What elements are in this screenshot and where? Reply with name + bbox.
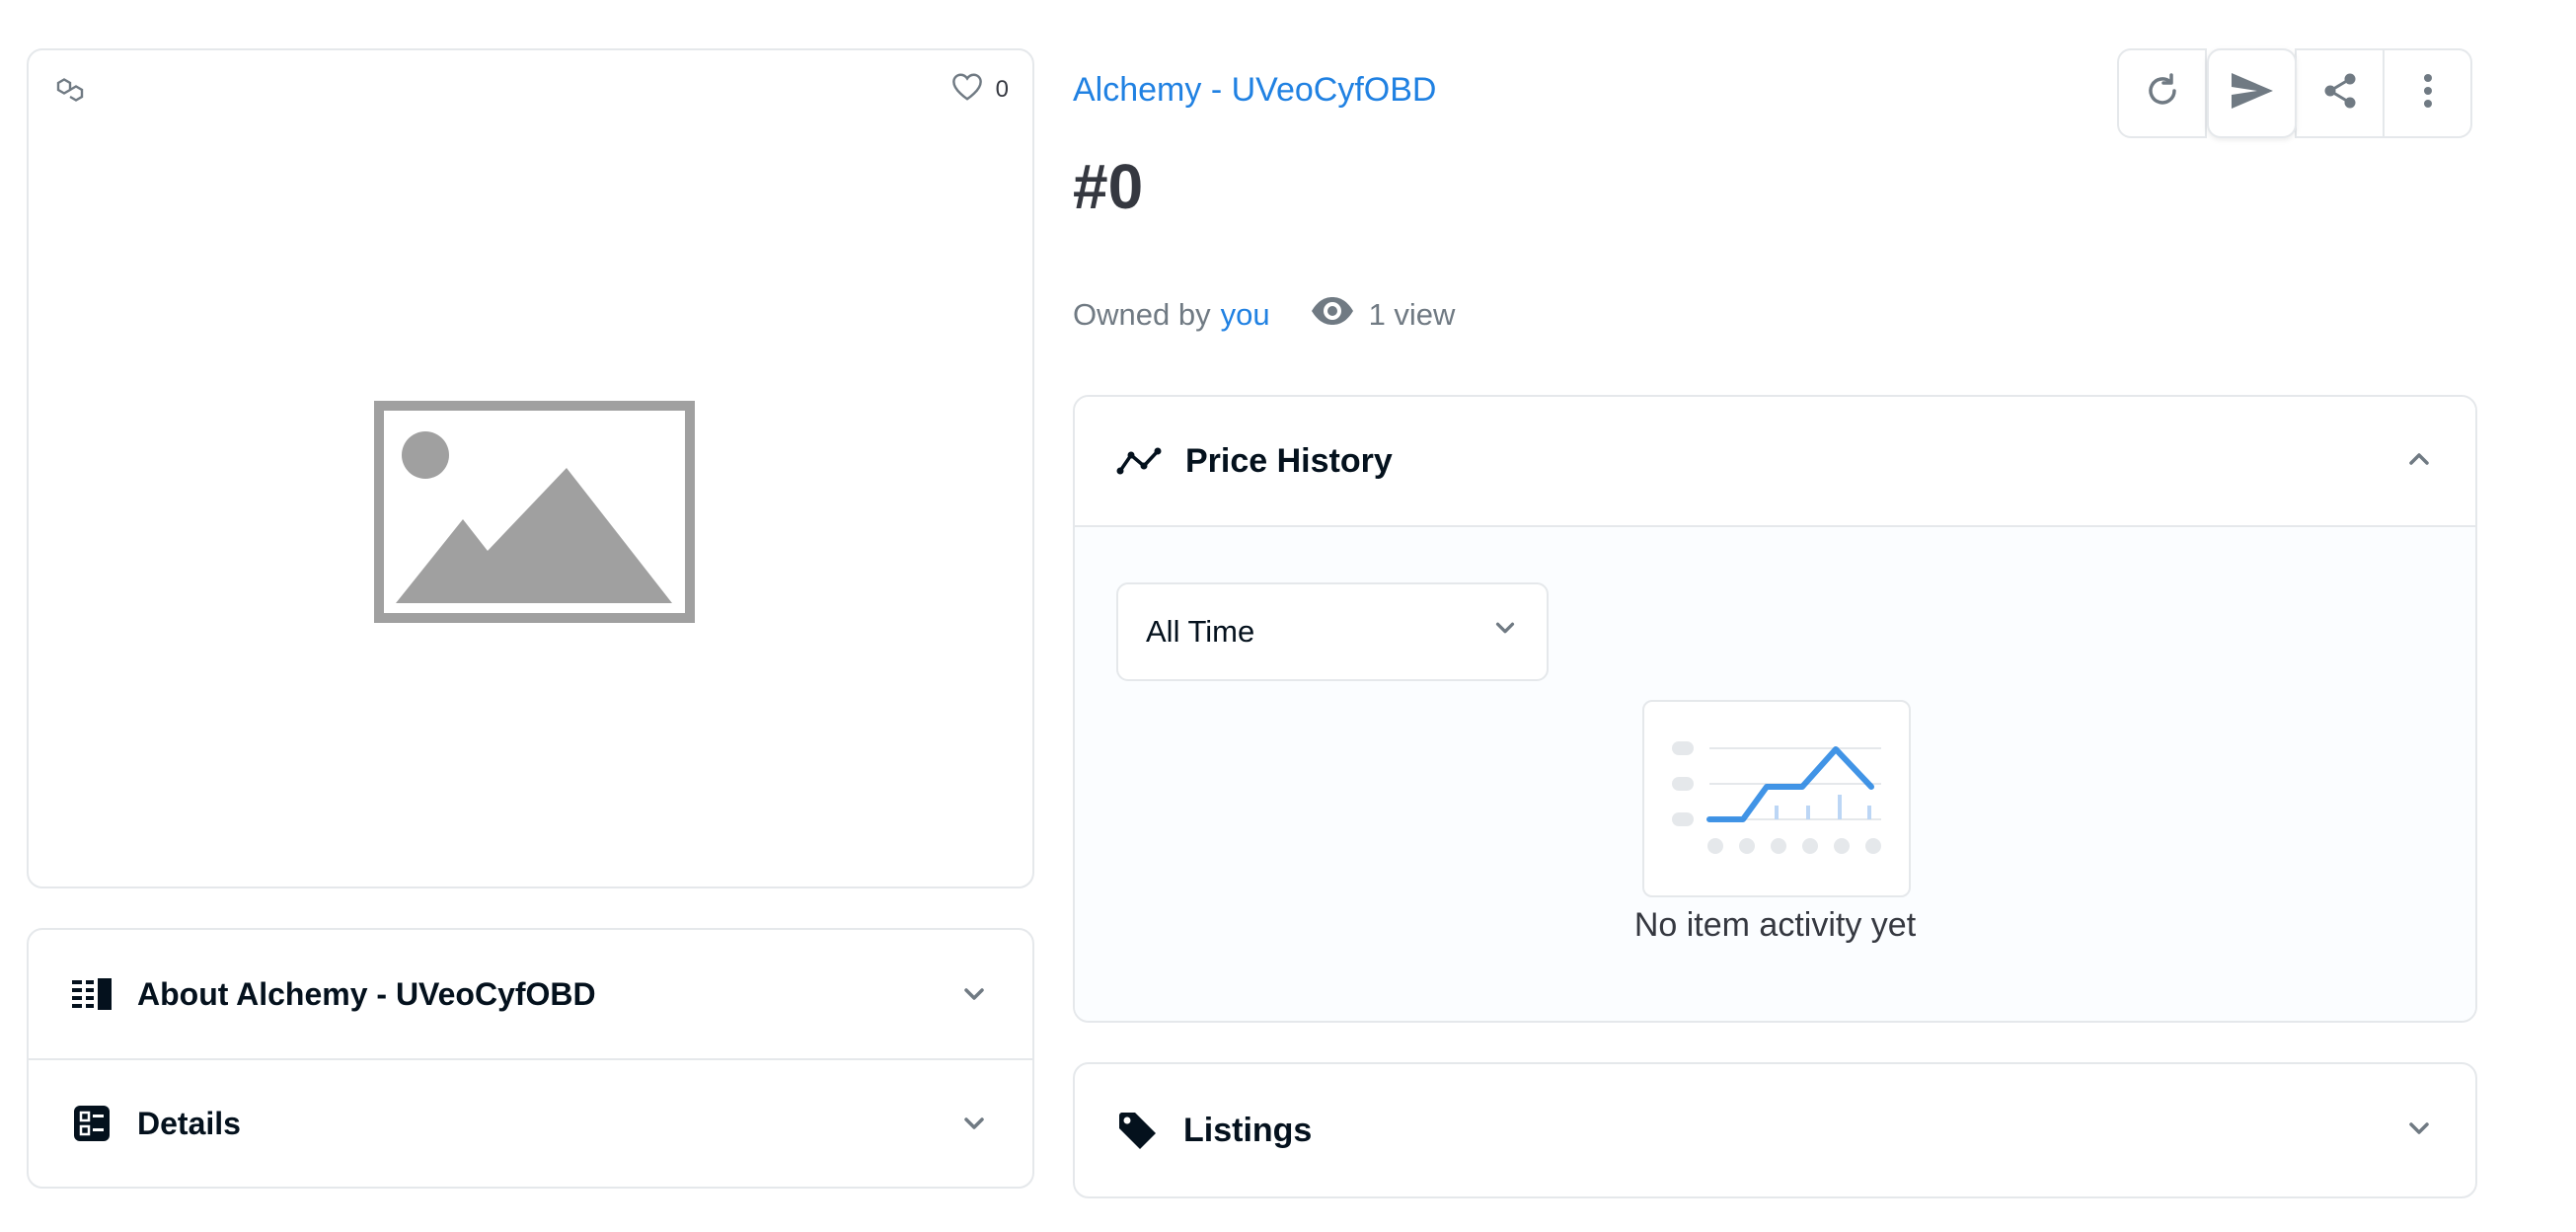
eye-icon xyxy=(1310,296,1355,334)
view-count: 1 view xyxy=(1310,296,1456,334)
favorite-count: 0 xyxy=(995,75,1009,103)
item-actions xyxy=(2117,48,2472,138)
favorite-control[interactable]: 0 xyxy=(950,72,1009,107)
empty-chart-illustration xyxy=(1642,700,1911,897)
listings-title: Listings xyxy=(1183,1111,1313,1149)
chevron-down-icon xyxy=(2404,1114,2434,1148)
owned-by-label: Owned by xyxy=(1073,297,1211,332)
token-title: #0 xyxy=(1073,151,1144,222)
timeline-icon xyxy=(1116,441,1164,481)
empty-state-text: No item activity yet xyxy=(1633,906,1917,944)
chevron-down-icon xyxy=(959,1109,989,1138)
share-button[interactable] xyxy=(2295,48,2385,138)
time-range-select[interactable]: All Time xyxy=(1116,582,1549,681)
listings-toggle[interactable]: Listings xyxy=(1073,1062,2477,1198)
about-collection-toggle[interactable]: About Alchemy - UVeoCyfOBD xyxy=(29,930,1032,1058)
price-history-title: Price History xyxy=(1185,441,1393,480)
transfer-button[interactable] xyxy=(2207,48,2297,138)
owner-line: Owned by you 1 view xyxy=(1073,296,1455,334)
image-placeholder-icon xyxy=(374,401,695,623)
details-list-icon xyxy=(72,1104,112,1143)
price-history-panel: Price History All Time No item activity … xyxy=(1073,395,2477,1023)
chevron-down-icon xyxy=(959,979,989,1009)
more-options-button[interactable] xyxy=(2383,48,2472,138)
share-icon xyxy=(2320,71,2360,116)
about-title: About Alchemy - UVeoCyfOBD xyxy=(137,975,596,1012)
more-vert-icon xyxy=(2423,73,2433,114)
media-card: 0 xyxy=(27,48,1034,888)
chevron-down-icon xyxy=(1491,614,1519,650)
details-toggle[interactable]: Details xyxy=(29,1058,1032,1187)
collection-link[interactable]: Alchemy - UVeoCyfOBD xyxy=(1073,71,1436,110)
details-title: Details xyxy=(137,1105,241,1141)
time-range-value: All Time xyxy=(1146,614,1255,649)
polygon-icon[interactable] xyxy=(54,76,86,104)
price-history-toggle[interactable]: Price History xyxy=(1075,397,2475,527)
heart-icon[interactable] xyxy=(950,72,984,107)
tag-icon xyxy=(1116,1109,1160,1152)
info-accordion: About Alchemy - UVeoCyfOBD Details xyxy=(27,928,1034,1189)
owner-link[interactable]: you xyxy=(1221,297,1270,333)
description-icon xyxy=(72,974,112,1014)
send-icon xyxy=(2230,71,2275,116)
chevron-up-icon xyxy=(2404,444,2434,479)
price-history-body: All Time No item activity yet xyxy=(1075,527,2475,1021)
views-text: 1 view xyxy=(1368,297,1456,332)
refresh-icon xyxy=(2143,71,2182,116)
refresh-button[interactable] xyxy=(2117,48,2207,138)
